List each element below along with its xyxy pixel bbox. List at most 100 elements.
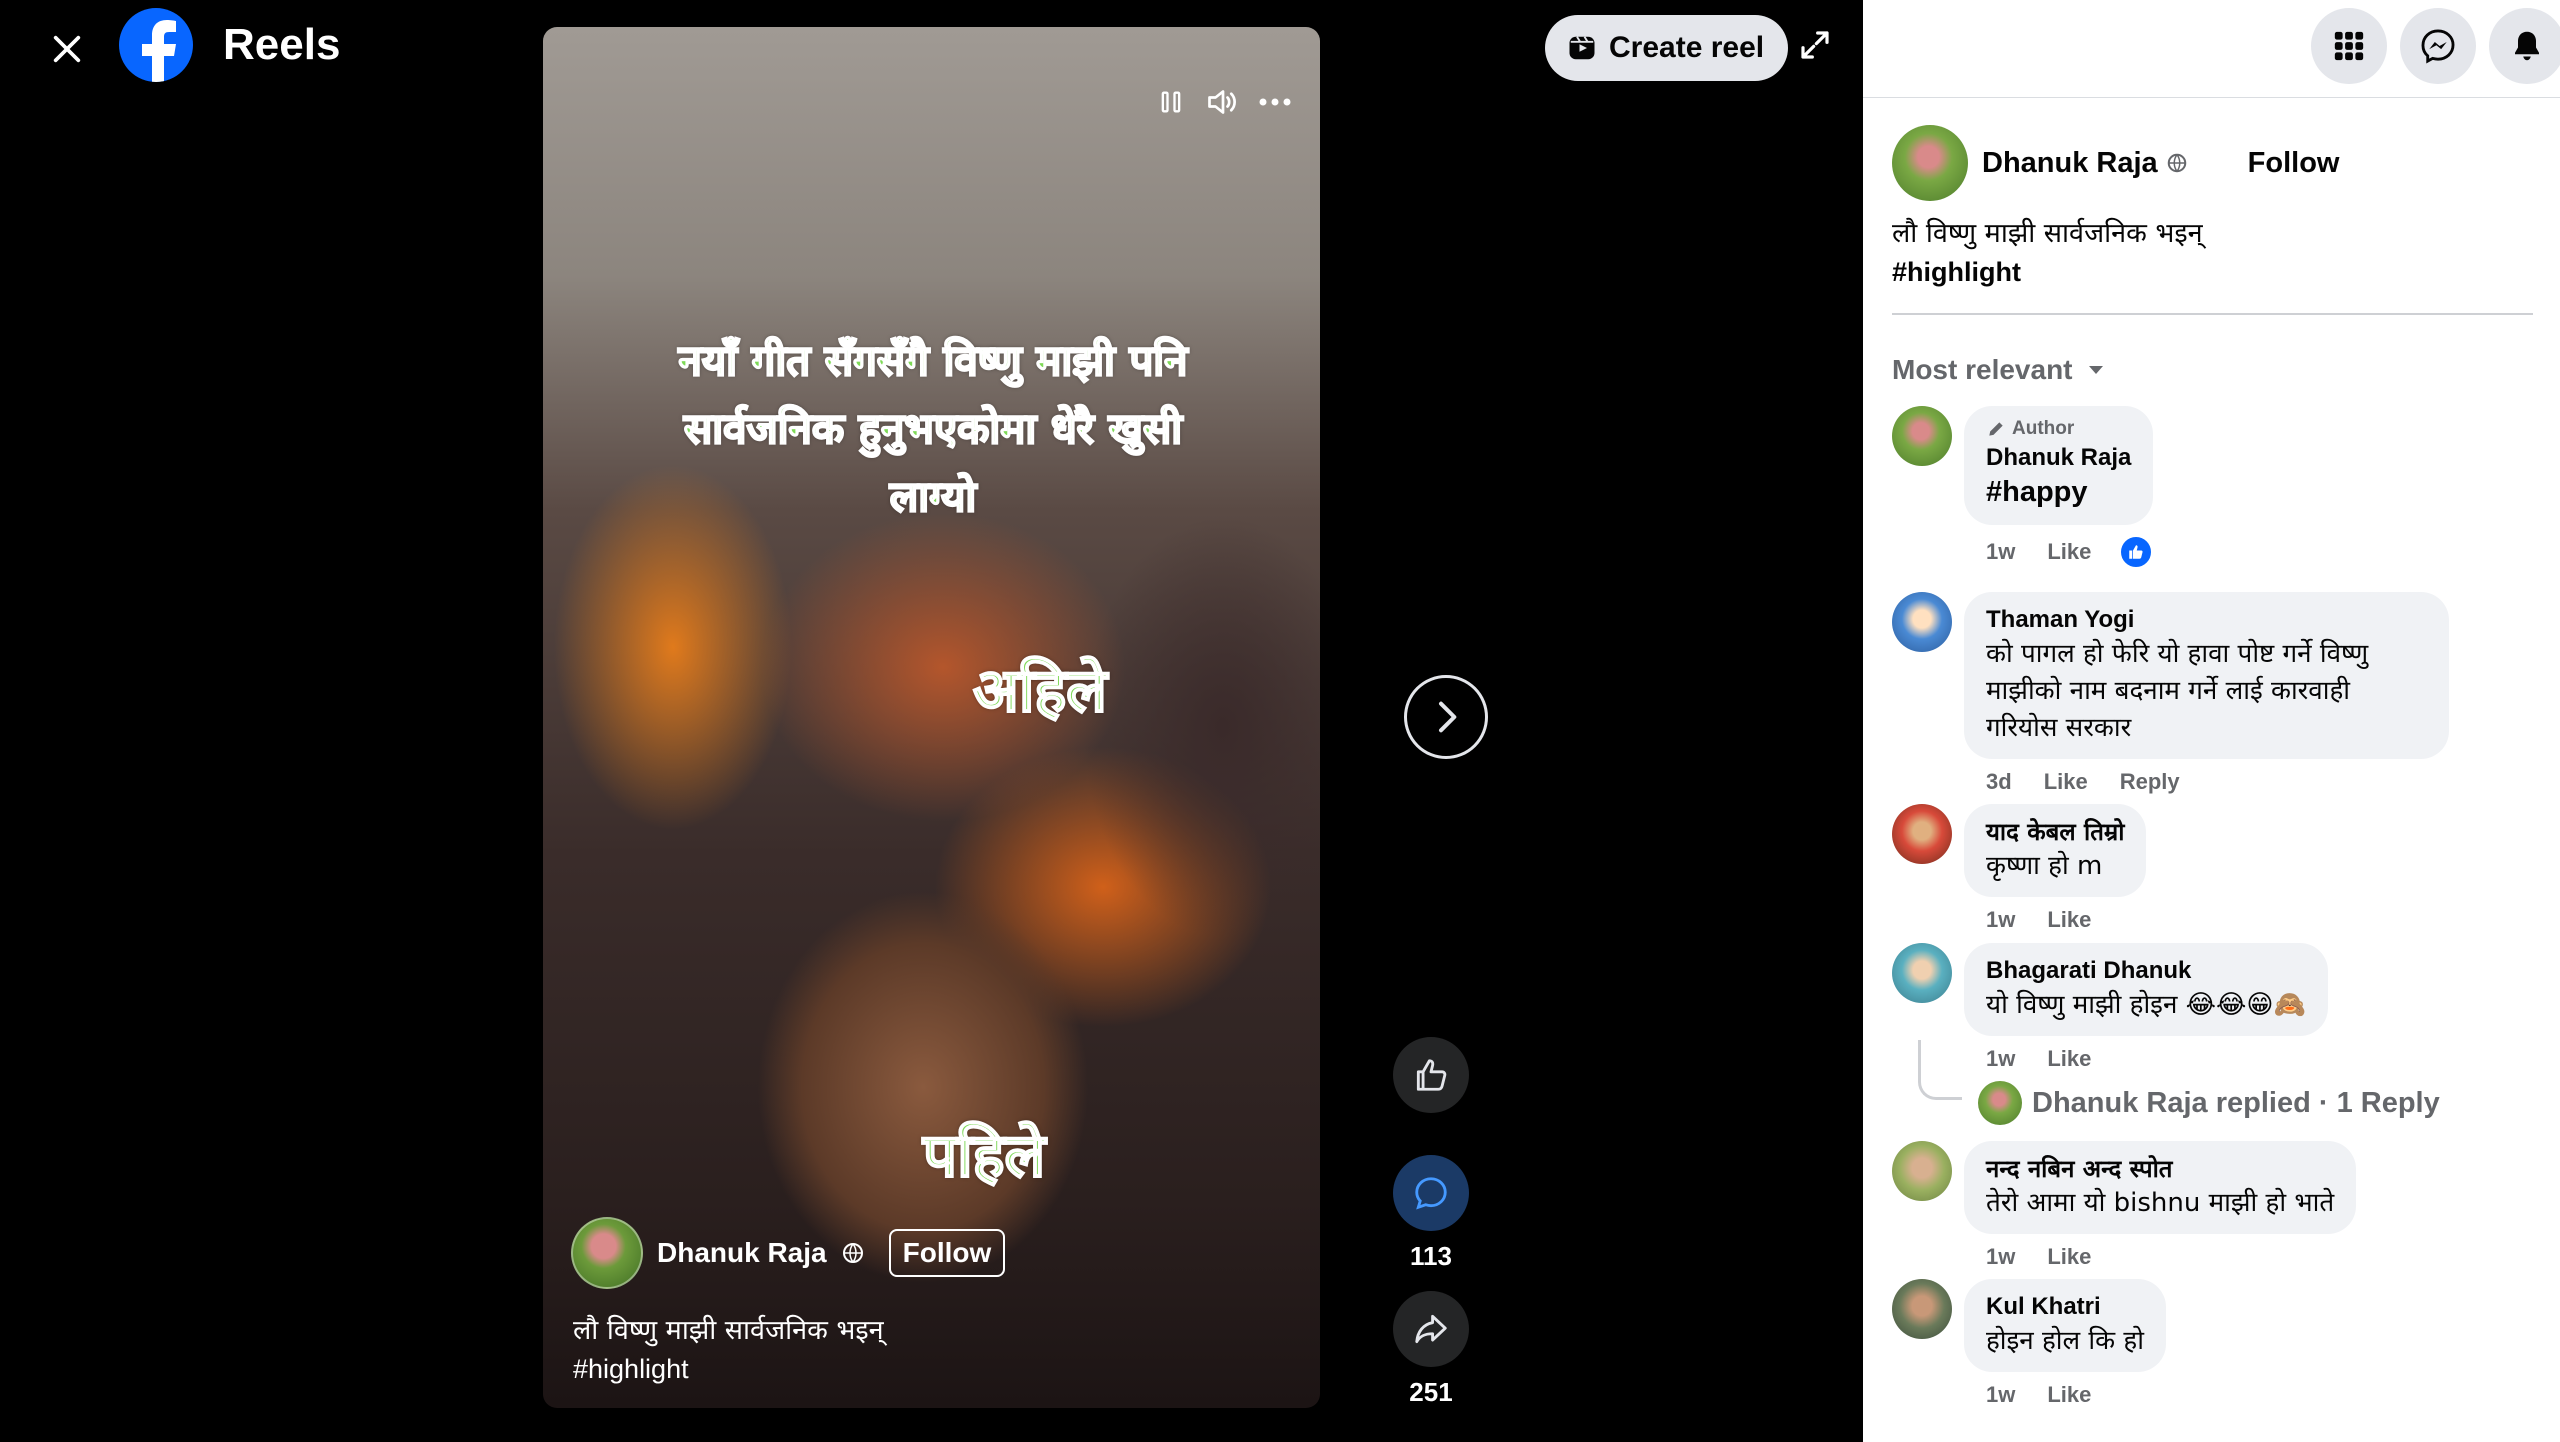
comment-like-button[interactable]: Like <box>2047 1046 2091 1072</box>
comment-time: 1w <box>1986 539 2016 564</box>
close-button[interactable] <box>38 20 96 78</box>
comment-text: को पागल हो फेरि यो हावा पोष्ट गर्ने विष्… <box>1986 639 2369 743</box>
thumbs-up-icon <box>1416 1059 1447 1091</box>
create-reel-label: Create reel <box>1609 31 1765 64</box>
view-replies-link[interactable]: Dhanuk Raja replied · 1 Reply <box>1978 1081 2440 1125</box>
avatar[interactable] <box>1892 943 1952 1003</box>
video-author-name[interactable]: Dhanuk Raja <box>657 1237 827 1269</box>
avatar[interactable] <box>1892 1141 1952 1201</box>
share-button[interactable] <box>1393 1291 1469 1367</box>
pause-button[interactable] <box>1146 77 1196 127</box>
like-button[interactable] <box>1393 1037 1469 1113</box>
comment-author[interactable]: Dhanuk Raja <box>1986 442 2131 474</box>
comment-meta: 3d Like Reply <box>1964 769 2449 795</box>
create-reel-button[interactable]: Create reel <box>1545 15 1789 81</box>
comment-like-button[interactable]: Like <box>2047 1382 2091 1408</box>
comment-meta: 1w Like <box>1964 1046 2328 1072</box>
comment-bubble: Kul Khatri होइन होल कि हो <box>1964 1279 2166 1372</box>
facebook-logo[interactable] <box>119 8 193 82</box>
comment-text: #happy <box>1986 476 2088 508</box>
facebook-f-icon <box>142 20 176 82</box>
globe-icon <box>2167 153 2186 173</box>
comment-reply-button[interactable]: Reply <box>2120 769 2180 795</box>
comment-bubble: नन्द नबिन अन्द स्पोत तेरो आमा यो bishnu … <box>1964 1141 2357 1234</box>
close-icon <box>53 35 81 63</box>
share-arrow-icon <box>1415 1314 1447 1344</box>
messenger-icon <box>2421 29 2455 64</box>
video-caption-hashtag[interactable]: #highlight <box>573 1350 884 1388</box>
comment-bubble: याद केबल तिम्रो कृष्णा हो m <box>1964 804 2147 897</box>
messenger-button[interactable] <box>2400 8 2476 84</box>
comment-bubble: Author Dhanuk Raja #happy <box>1964 406 2154 525</box>
video-overlay-now: अहिले <box>972 655 1108 727</box>
avatar <box>1978 1081 2022 1125</box>
author-badge-label: Author <box>2012 418 2075 439</box>
comment-author[interactable]: Bhagarati Dhanuk <box>1986 955 2306 987</box>
reel-video[interactable]: नयाँ गीत सँगसँगै विष्णु माझी पनि सार्वजन… <box>543 27 1320 1408</box>
avatar[interactable] <box>1892 125 1968 201</box>
comment-like-button[interactable]: Like <box>2047 539 2091 565</box>
thumbs-up-icon <box>2129 545 2143 559</box>
next-reel-button[interactable] <box>1404 675 1488 759</box>
comment-time: 1w <box>1986 1382 2016 1407</box>
post-caption: लौ विष्णु माझी सार्वजनिक भइन् #highlight <box>1892 215 2512 291</box>
author-badge: Author <box>1986 418 2131 440</box>
caret-down-icon <box>2088 366 2103 374</box>
comment-author[interactable]: नन्द नबिन अन्द स्पोत <box>1986 1153 2334 1185</box>
video-overlay-text: नयाँ गीत सँगसँगै विष्णु माझी पनि सार्वजन… <box>678 335 1189 522</box>
comments-count: 113 <box>1410 1241 1452 1271</box>
post-caption-hashtag[interactable]: #highlight <box>1892 253 2512 291</box>
comment-bubble: Bhagarati Dhanuk यो विष्णु माझी होइन 😂😂😁… <box>1964 943 2328 1036</box>
comment-time: 3d <box>1986 769 2012 794</box>
top-bar <box>1863 0 2560 98</box>
post-follow-button[interactable]: Follow <box>2248 147 2340 180</box>
volume-button[interactable] <box>1198 77 1248 127</box>
comment-like-button[interactable]: Like <box>2047 1244 2091 1270</box>
comment-time: 1w <box>1986 907 2016 932</box>
comment-item: Thaman Yogi को पागल हो फेरि यो हावा पोष्… <box>1892 592 2449 795</box>
sort-label: Most relevant <box>1892 354 2073 385</box>
post-author-name[interactable]: Dhanuk Raja <box>1982 147 2158 180</box>
comment-time: 1w <box>1986 1046 2016 1071</box>
share-action: 251 <box>1393 1291 1469 1408</box>
fullscreen-button[interactable] <box>1788 18 1842 72</box>
reaction-badge[interactable] <box>2119 535 2154 569</box>
comment-like-button[interactable]: Like <box>2044 769 2088 795</box>
page-title: Reels <box>223 20 341 69</box>
pause-icon <box>1161 91 1181 113</box>
comment-bubble-icon <box>1415 1177 1447 1210</box>
grid-menu-icon <box>2334 31 2364 61</box>
menu-button[interactable] <box>2311 8 2387 84</box>
reply-connector <box>1918 1040 1962 1100</box>
pencil-icon <box>1989 422 2003 436</box>
video-follow-button[interactable]: Follow <box>888 1229 1006 1277</box>
post-caption-text: लौ विष्णु माझी सार्वजनिक भइन् <box>1892 218 2203 249</box>
sort-dropdown[interactable]: Most relevant <box>1892 354 2105 386</box>
avatar[interactable] <box>1892 804 1952 864</box>
comment-meta: 1w Like <box>1964 907 2146 933</box>
avatar[interactable] <box>571 1217 643 1289</box>
comment-author[interactable]: Thaman Yogi <box>1986 604 2427 636</box>
more-options-button[interactable] <box>1250 77 1300 127</box>
comment-text: कृष्णा हो m <box>1986 851 2103 881</box>
post-header: Dhanuk Raja Follow <box>1892 125 2340 201</box>
more-dots-icon <box>1259 98 1291 106</box>
comment-button[interactable] <box>1393 1155 1469 1231</box>
replies-label: Dhanuk Raja replied · 1 Reply <box>2032 1086 2440 1119</box>
comment-author[interactable]: याद केबल तिम्रो <box>1986 816 2124 848</box>
comment-text: यो विष्णु माझी होइन 😂😂😁🙈 <box>1986 990 2306 1020</box>
video-caption-text: लौ विष्णु माझी सार्वजनिक भइन् <box>573 1315 884 1346</box>
comment-item: Author Dhanuk Raja #happy 1w Like <box>1892 406 2154 569</box>
speaker-icon <box>1208 90 1236 114</box>
comment-author[interactable]: Kul Khatri <box>1986 1291 2144 1323</box>
comment-like-button[interactable]: Like <box>2047 907 2091 933</box>
avatar[interactable] <box>1892 592 1952 652</box>
bell-icon <box>2515 31 2539 61</box>
comment-text: तेरो आमा यो bishnu माझी हो भाते <box>1986 1188 2335 1218</box>
comment-item: नन्द नबिन अन्द स्पोत तेरो आमा यो bishnu … <box>1892 1141 2357 1270</box>
globe-icon <box>842 1243 863 1263</box>
avatar[interactable] <box>1892 406 1952 466</box>
notifications-button[interactable] <box>2489 8 2560 84</box>
divider <box>1892 313 2533 315</box>
avatar[interactable] <box>1892 1279 1952 1339</box>
